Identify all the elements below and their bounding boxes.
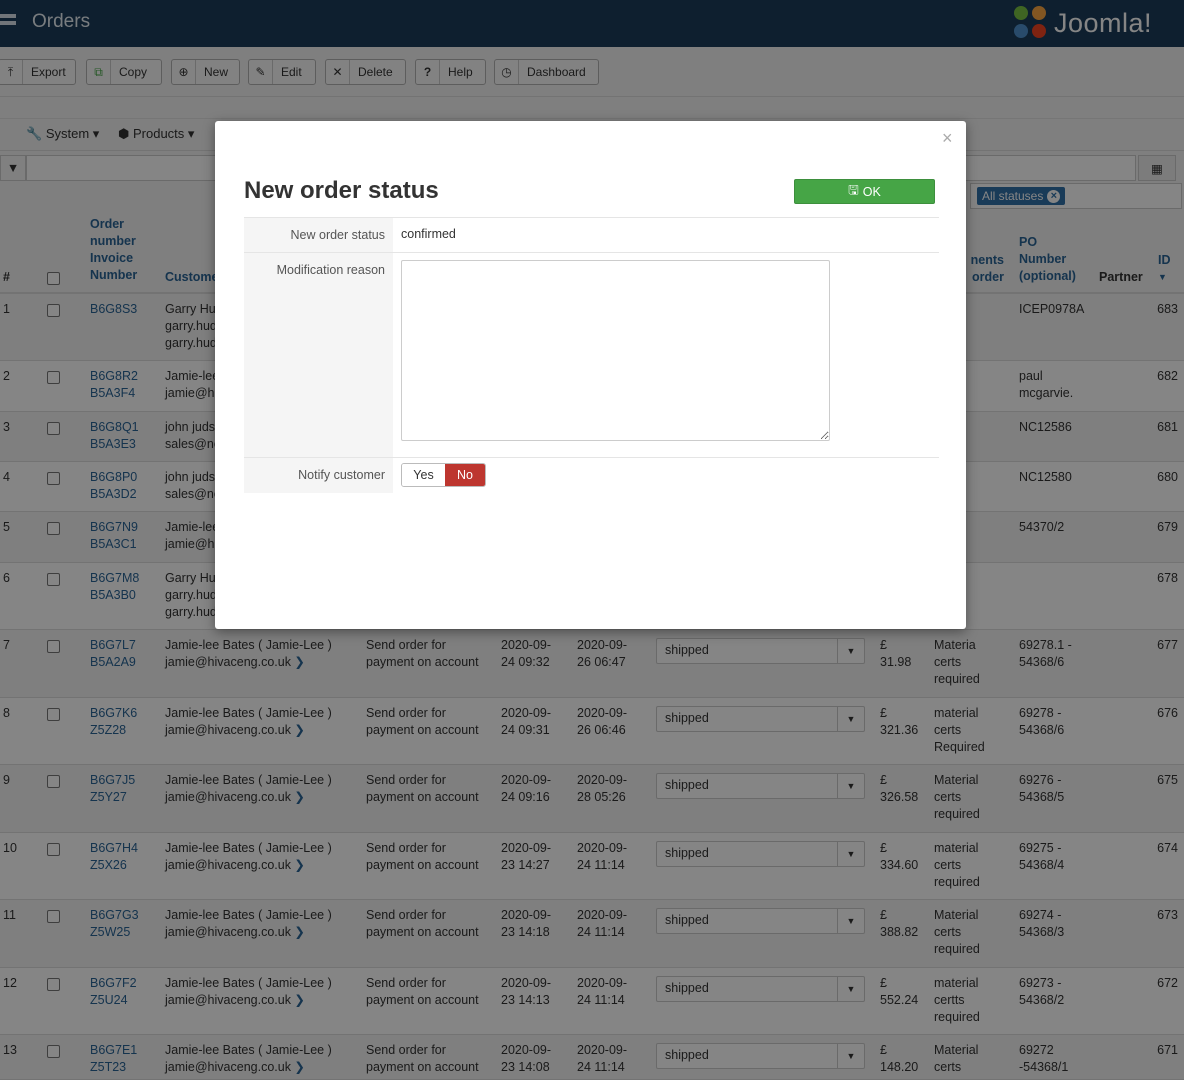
close-icon[interactable]: × bbox=[942, 128, 953, 149]
reason-textarea[interactable] bbox=[401, 260, 830, 441]
order-status-modal: × New order status 🖫 OK New order status… bbox=[215, 121, 966, 629]
status-label: New order status bbox=[244, 218, 393, 252]
status-value: confirmed bbox=[401, 227, 456, 241]
notify-label: Notify customer bbox=[244, 458, 393, 493]
reason-label: Modification reason bbox=[244, 253, 393, 457]
save-icon: 🖫 bbox=[848, 183, 859, 197]
notify-row: Notify customer bbox=[244, 457, 939, 493]
notify-toggle[interactable]: Yes No bbox=[401, 463, 486, 487]
notify-no-button[interactable]: No bbox=[445, 464, 485, 486]
status-row: New order status confirmed bbox=[244, 217, 939, 252]
notify-yes-button[interactable]: Yes bbox=[402, 464, 445, 486]
ok-button[interactable]: 🖫 OK bbox=[794, 179, 935, 204]
ok-label: OK bbox=[862, 184, 881, 199]
modal-title: New order status bbox=[244, 177, 439, 204]
